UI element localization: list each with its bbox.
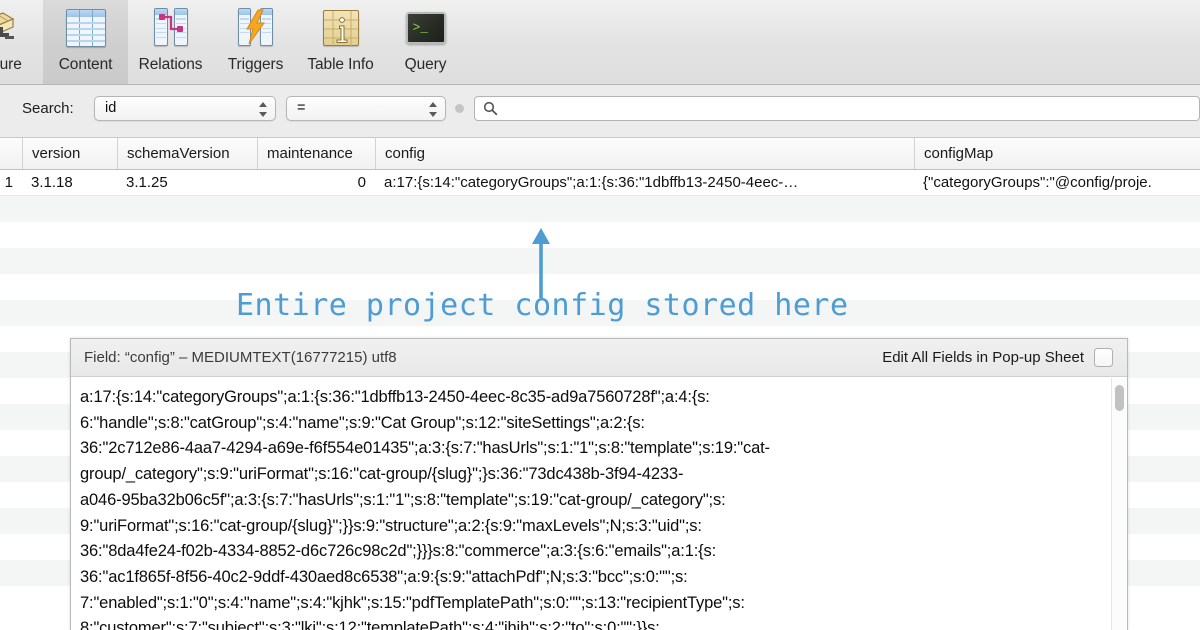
field-editor-scrollbar[interactable] [1111,378,1126,630]
annotation-text: Entire project config stored here [236,288,849,323]
table-cell-maintenance[interactable]: 0 [257,170,375,196]
table-cell-configMap[interactable]: {"categoryGroups":"@config/proje. [914,170,1200,196]
table-cell-version[interactable]: 3.1.18 [22,170,117,196]
field-editor-line: 8:"customer";s:7:"subject";s:3:"lkj";s:1… [80,616,1101,630]
table-row[interactable]: 13.1.183.1.250a:17:{s:14:"categoryGroups… [0,170,1200,196]
field-editor-line: 36:"ac1f865f-8f56-40c2-9ddf-430aed8c6538… [80,565,1101,591]
table-cell-schemaVersion[interactable]: 3.1.25 [117,170,257,196]
toolbar-tab-list: ucture Content [0,0,468,84]
field-editor-line: 6:"handle";s:8:"catGroup";s:4:"name";s:9… [80,411,1101,437]
search-operator-select-value: = [297,100,305,116]
toolbar-tab-content-label: Content [59,56,113,74]
query-icon: >_ [404,7,448,51]
field-editor-line: 36:"2c712e86-4aa7-4294-a69e-f6f554e01435… [80,436,1101,462]
search-label: Search: [22,100,74,117]
toolbar-tab-triggers-label: Triggers [228,56,283,74]
table-cell-rownum[interactable]: 1 [0,170,22,196]
table-row-empty[interactable] [0,196,1200,222]
toolbar-tab-table-info-label: Table Info [307,56,373,74]
table-info-icon [319,7,363,51]
search-input[interactable] [474,96,1200,121]
field-editor-title: Field: “config” – MEDIUMTEXT(16777215) u… [84,349,397,366]
table-header-row: versionschemaVersionmaintenanceconfigcon… [0,138,1200,170]
toolbar-tab-relations-label: Relations [139,56,203,74]
filter-bar: Search: id = [0,85,1200,138]
edit-all-fields-checkbox[interactable] [1094,348,1113,367]
structure-icon [0,7,23,51]
toolbar-tab-content[interactable]: Content [43,0,128,84]
toolbar-tab-table-info[interactable]: Table Info [298,0,383,84]
field-editor-line: 9:"uriFormat";s:16:"cat-group/{slug}";}}… [80,514,1101,540]
field-editor-header: Field: “config” – MEDIUMTEXT(16777215) u… [71,339,1127,377]
table-cell-config[interactable]: a:17:{s:14:"categoryGroups";a:1:{s:36:"1… [375,170,914,196]
sequel-pro-window: ucture Content [0,0,1200,630]
toolbar-tab-relations[interactable]: Relations [128,0,213,84]
toolbar-tab-triggers[interactable]: Triggers [213,0,298,84]
chevron-updown-icon [429,101,438,118]
table-header-schemaVersion[interactable]: schemaVersion [117,138,257,169]
scrollbar-thumb[interactable] [1115,385,1124,411]
main-toolbar: ucture Content [0,0,1200,85]
search-input-text[interactable] [503,100,1193,116]
table-header-rownum[interactable] [0,138,22,169]
filter-status-indicator [455,104,464,113]
field-editor-line: a:17:{s:14:"categoryGroups";a:1:{s:36:"1… [80,385,1101,411]
table-row-empty[interactable] [0,248,1200,274]
edit-all-fields-label: Edit All Fields in Pop-up Sheet [882,349,1084,366]
table-header-config[interactable]: config [375,138,914,169]
field-editor-line: group/_category";s:9:"uriFormat";s:16:"c… [80,462,1101,488]
search-field-select-value: id [105,100,116,116]
toolbar-tab-query-label: Query [405,56,447,74]
chevron-updown-icon [259,101,268,118]
search-operator-select[interactable]: = [286,96,446,121]
toolbar-tab-structure-label: ucture [0,56,22,74]
toolbar-tab-structure[interactable]: ucture [0,0,43,84]
field-editor-line: a046-95ba32b06c5f";a:3:{s:7:"hasUrls";s:… [80,488,1101,514]
triggers-icon [234,7,278,51]
table-header-configMap[interactable]: configMap [914,138,1200,169]
search-icon [483,101,498,116]
table-row-empty[interactable] [0,222,1200,248]
relations-icon [149,7,193,51]
field-editor-panel: Field: “config” – MEDIUMTEXT(16777215) u… [70,338,1128,630]
field-editor-line: 36:"8da4fe24-f02b-4334-8852-d6c726c98c2d… [80,539,1101,565]
table-header-maintenance[interactable]: maintenance [257,138,375,169]
field-editor-line: 7:"enabled";s:1:"0";s:4:"name";s:4:"kjhk… [80,591,1101,617]
content-icon [64,7,108,51]
toolbar-tab-query[interactable]: >_ Query [383,0,468,84]
table-header-version[interactable]: version [22,138,117,169]
search-field-select[interactable]: id [94,96,276,121]
field-editor-textarea[interactable]: a:17:{s:14:"categoryGroups";a:1:{s:36:"1… [71,378,1127,630]
